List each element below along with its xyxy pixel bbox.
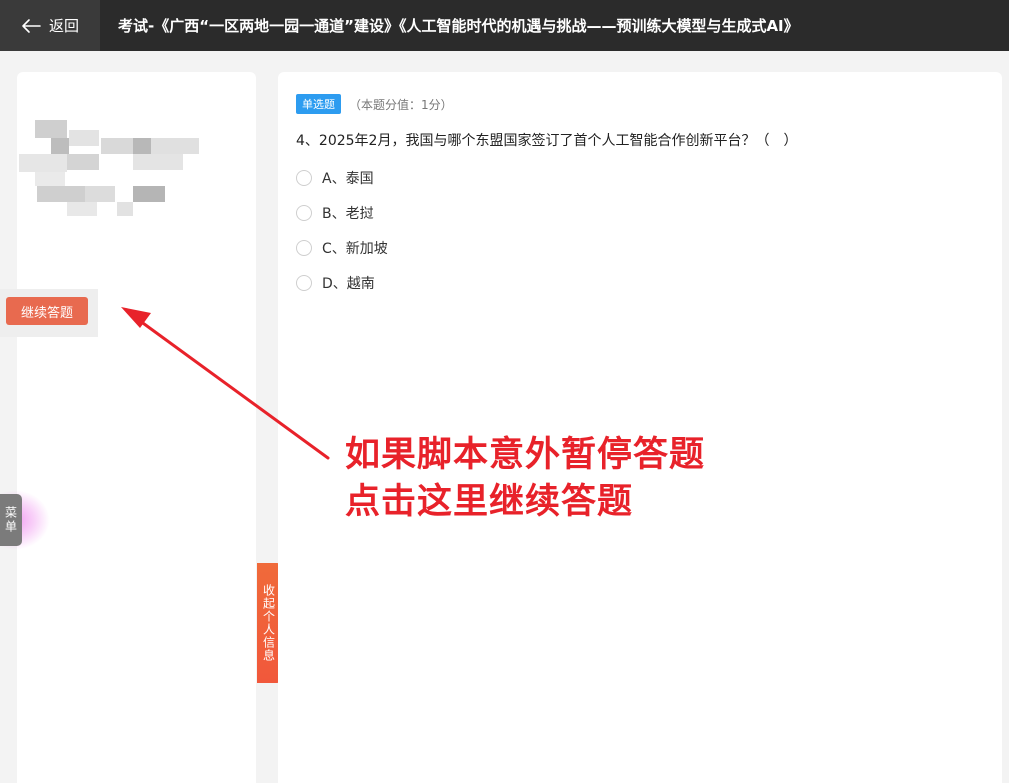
arrow-left-icon bbox=[21, 18, 41, 34]
back-button[interactable]: 返回 bbox=[0, 0, 100, 51]
question-type-row: 单选题 （本题分值：1分） bbox=[296, 94, 453, 114]
question-panel: 单选题 （本题分值：1分） 4、2025年2月，我国与哪个东盟国家签订了首个人工… bbox=[278, 72, 1002, 783]
option-label: D、越南 bbox=[322, 276, 375, 292]
option-a[interactable]: A、泰国 bbox=[296, 168, 374, 188]
page-root: 返回 考试-《广西“一区两地一园一通道”建设》《人工智能时代的机遇与挑战——预训… bbox=[0, 0, 1009, 783]
annotation-text: 如果脚本意外暂停答题 点击这里继续答题 bbox=[345, 432, 705, 526]
radio-icon[interactable] bbox=[296, 170, 312, 186]
option-label: B、老挝 bbox=[322, 206, 374, 222]
radio-icon[interactable] bbox=[296, 240, 312, 256]
question-type-badge: 单选题 bbox=[296, 94, 341, 114]
option-c[interactable]: C、新加坡 bbox=[296, 238, 388, 258]
left-info-panel bbox=[17, 72, 256, 783]
option-label: A、泰国 bbox=[322, 171, 374, 187]
option-d[interactable]: D、越南 bbox=[296, 273, 375, 293]
radio-icon[interactable] bbox=[296, 275, 312, 291]
page-title: 考试-《广西“一区两地一园一通道”建设》《人工智能时代的机遇与挑战——预训练大模… bbox=[118, 17, 799, 35]
top-header: 返回 考试-《广西“一区两地一园一通道”建设》《人工智能时代的机遇与挑战——预训… bbox=[0, 0, 1009, 51]
question-score: （本题分值：1分） bbox=[349, 97, 453, 112]
back-label: 返回 bbox=[48, 17, 79, 35]
continue-answer-button[interactable]: 继续答题 bbox=[6, 297, 88, 325]
annotation-line-2: 点击这里继续答题 bbox=[345, 482, 634, 522]
radio-icon[interactable] bbox=[296, 205, 312, 221]
annotation-line-1: 如果脚本意外暂停答题 bbox=[345, 435, 706, 475]
option-label: C、新加坡 bbox=[322, 241, 388, 257]
menu-tab[interactable]: 菜单 bbox=[0, 494, 22, 546]
question-text: 4、2025年2月，我国与哪个东盟国家签订了首个人工智能合作创新平台？（ ） bbox=[296, 133, 798, 149]
option-b[interactable]: B、老挝 bbox=[296, 203, 374, 223]
